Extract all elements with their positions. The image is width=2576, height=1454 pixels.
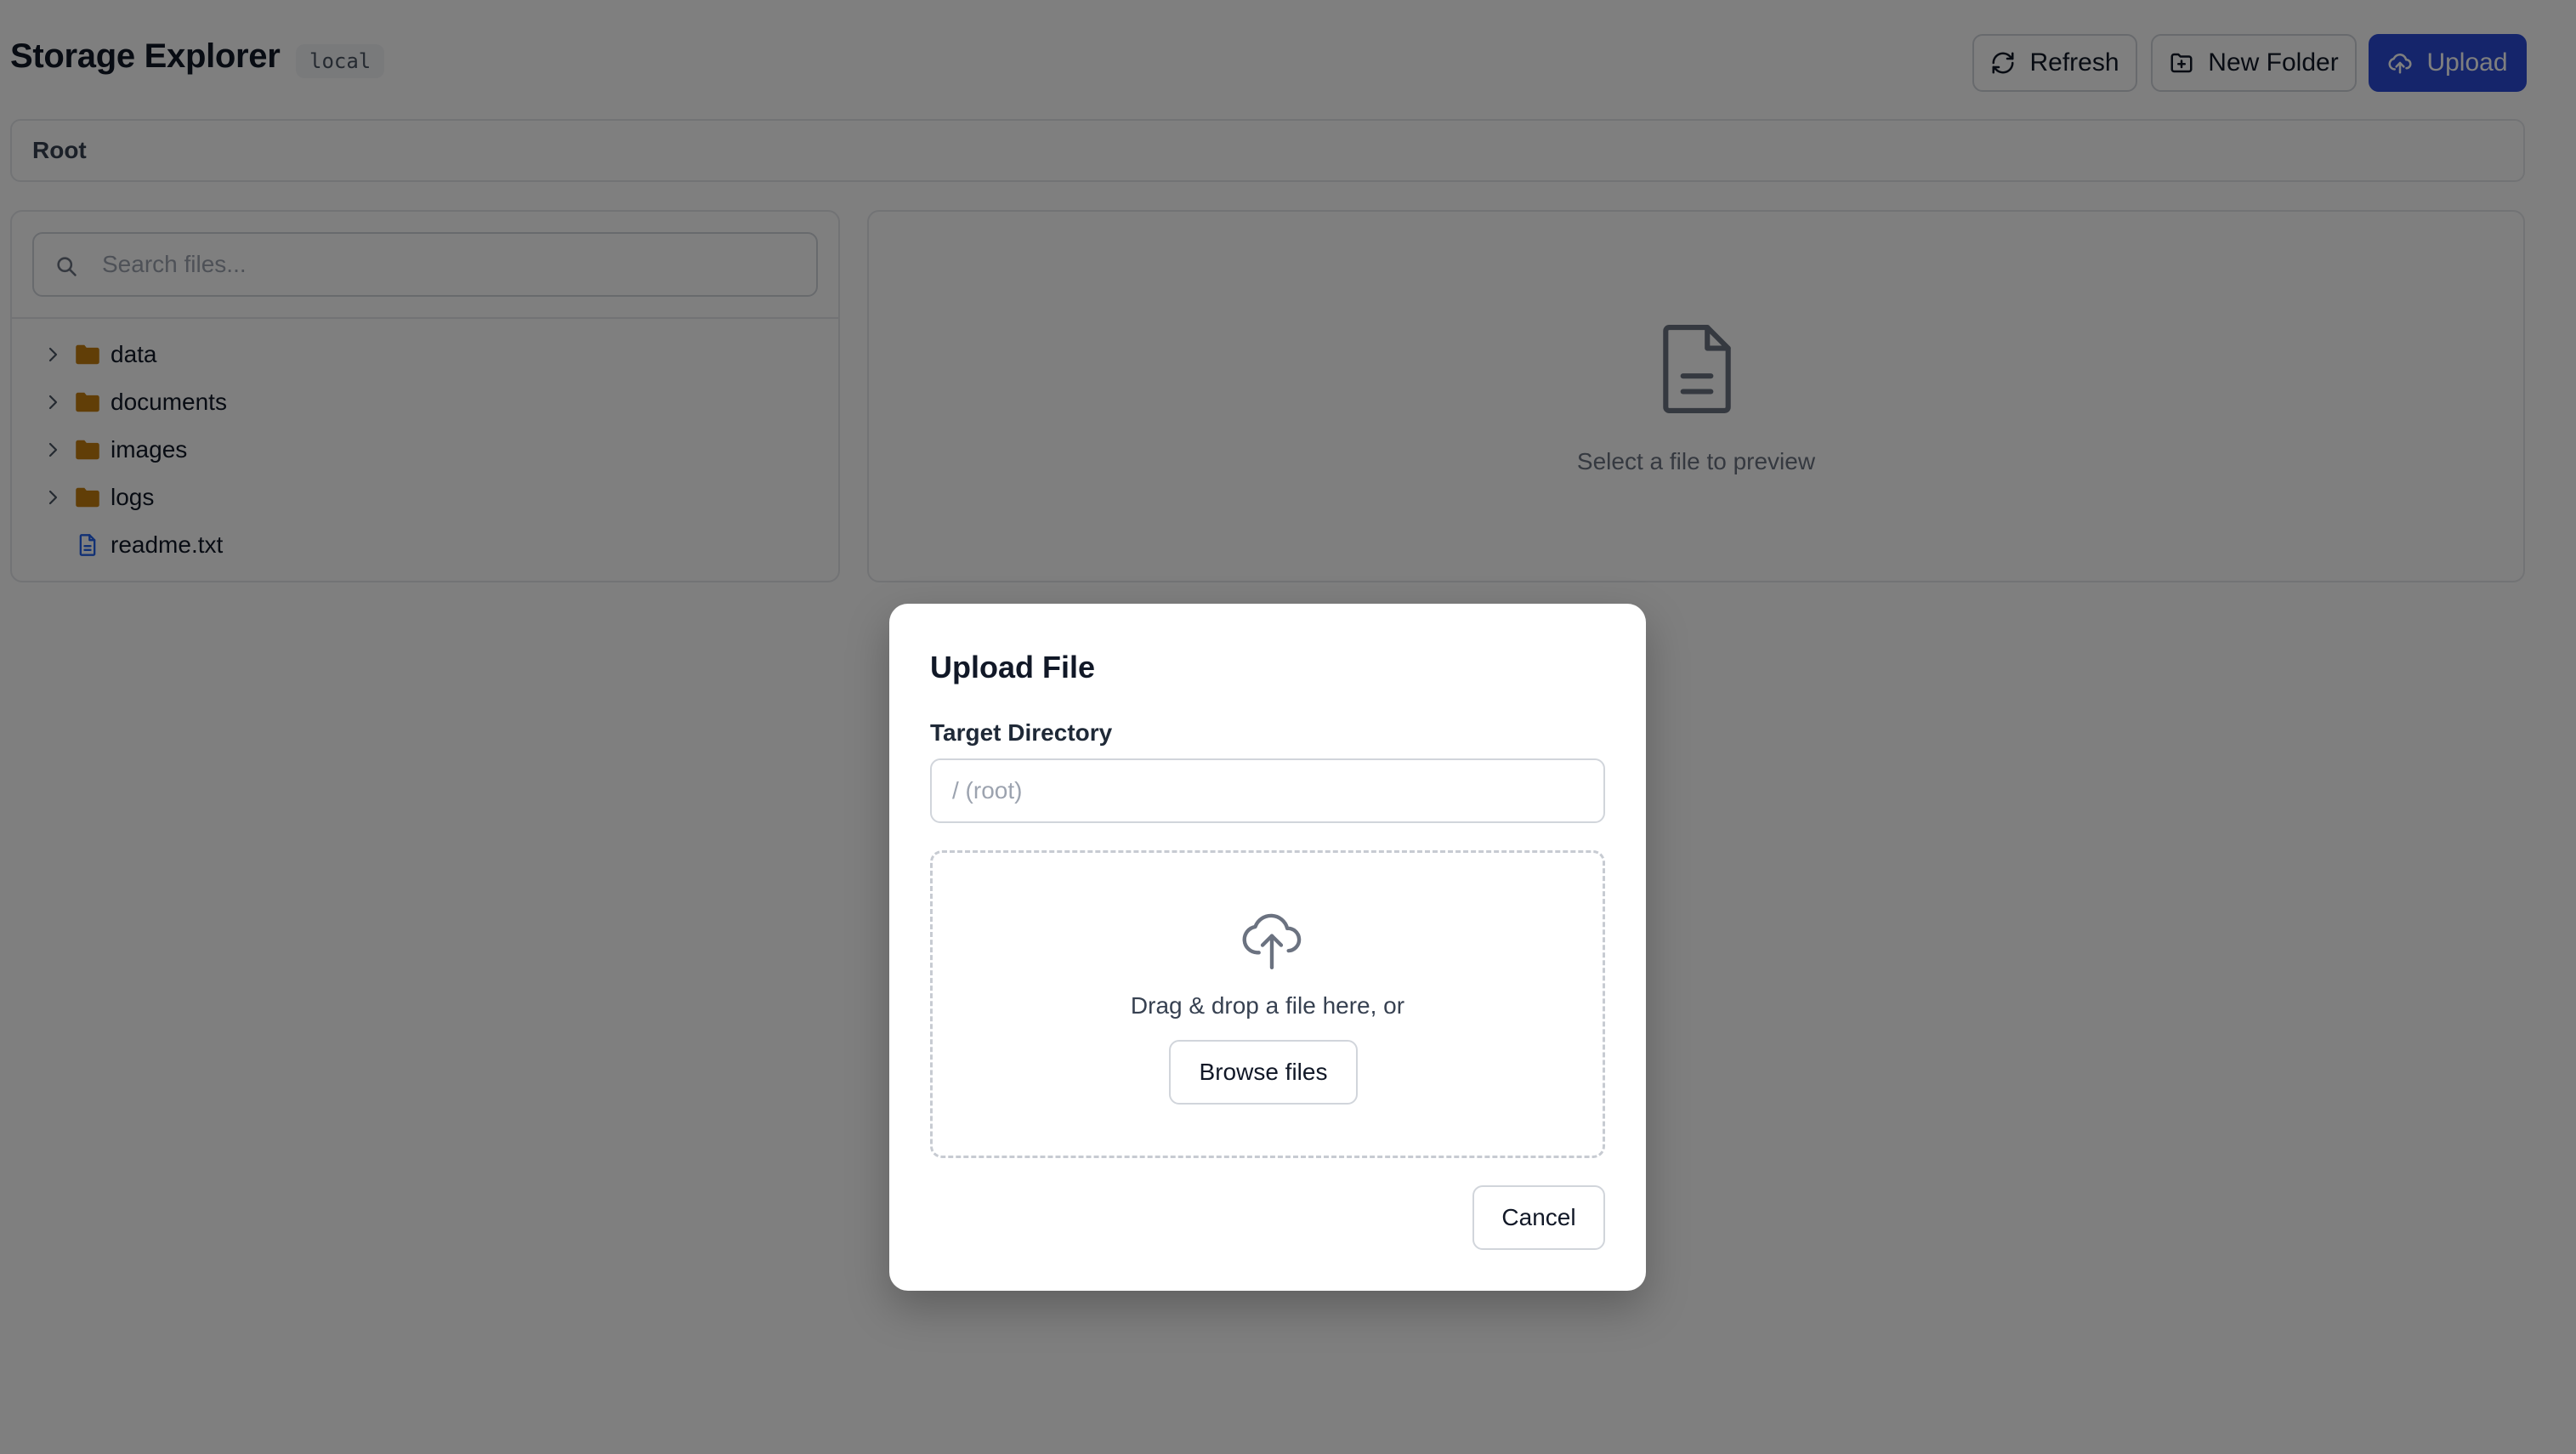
file-dropzone[interactable]: Drag & drop a file here, or Browse files [930,850,1605,1158]
cancel-button[interactable]: Cancel [1472,1185,1605,1250]
target-directory-input[interactable] [930,758,1605,823]
target-directory-label: Target Directory [930,719,1113,746]
dropzone-text: Drag & drop a file here, or [1130,992,1405,1019]
browse-files-button[interactable]: Browse files [1169,1040,1358,1105]
upload-cloud-icon [1242,913,1302,969]
modal-title: Upload File [930,650,1096,684]
upload-modal: Upload File Target Directory Drag & drop… [889,604,1646,1291]
storage-explorer-app: Storage Explorer local Refresh New Folde… [0,0,2576,1454]
